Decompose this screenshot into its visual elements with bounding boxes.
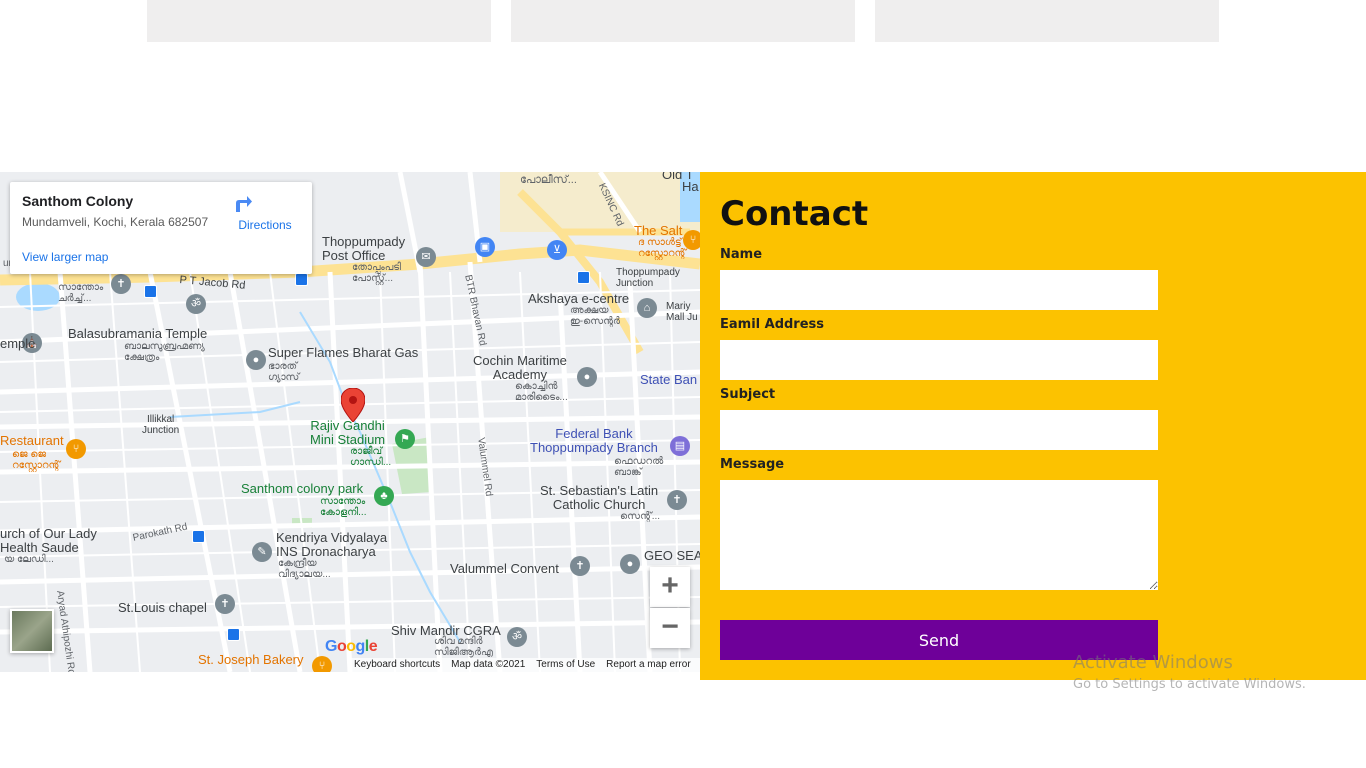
- message-textarea[interactable]: [720, 480, 1158, 590]
- contact-title: Contact: [720, 194, 869, 234]
- map-data-text: Map data ©2021: [451, 659, 526, 670]
- name-label: Name: [720, 247, 763, 262]
- post-office-icon[interactable]: ✉: [416, 247, 436, 267]
- embedded-map[interactable]: ✉ ▣ ⊻ ⑂ ⌂ ✝ ॐ ⛪ ● ● ⚑ ⑂ ▤ ♣ ✝ ✎ ✝ ● ✝ ॐ …: [0, 172, 700, 672]
- label-super-flames-ml: ഭാരത് ഗ്യാസ്: [268, 361, 300, 383]
- contact-section: Contact Name Eamil Address Subject Messa…: [700, 172, 1366, 680]
- label-santhom-park-ml: സാന്തോം കോളനി...: [320, 496, 367, 518]
- label-post-office: Thoppumpady Post Office: [322, 234, 406, 263]
- label-super-flames: Super Flames Bharat Gas: [268, 345, 419, 360]
- placeholder-card-2: [511, 0, 855, 42]
- plus-icon: +: [661, 569, 679, 602]
- google-logo: Google: [325, 638, 378, 655]
- cart-icon[interactable]: ⊻: [547, 240, 567, 260]
- label-rajiv-stadium: Rajiv Gandhi Mini Stadium: [310, 418, 386, 447]
- label-rajiv-stadium-ml: രാജീവ് ഗാന്ധി...: [350, 446, 392, 468]
- label-st-joseph-bakery: St. Joseph Bakery: [198, 652, 304, 667]
- church-icon[interactable]: ✝: [215, 594, 235, 614]
- name-input[interactable]: [720, 270, 1158, 310]
- bus-stop-icon: [295, 273, 308, 286]
- satellite-view-toggle[interactable]: [10, 609, 54, 653]
- label-balasubramania: Balasubramania Temple: [68, 326, 208, 341]
- label-cochin-maritime-ml: കൊച്ചിൻ മാരിടൈം...: [515, 381, 568, 403]
- placeholder-card-1: [147, 0, 491, 42]
- report-error-link[interactable]: Report a map error: [606, 659, 690, 670]
- bus-stop-icon: [192, 530, 205, 543]
- minus-icon: −: [661, 610, 679, 643]
- directions-icon: [236, 192, 276, 214]
- label-akshaya-ml: അക്ഷയ ഇ-സെന്റർ: [570, 305, 621, 327]
- place-title: Santhom Colony: [22, 193, 134, 209]
- label-federal-bank-ml: ഫെഡറൽ ബാങ്ക്: [614, 456, 664, 478]
- activate-windows-watermark: Activate Windows Go to Settings to activ…: [1073, 652, 1306, 692]
- landmark-icon[interactable]: ⌂: [637, 298, 657, 318]
- map-attribution-bar: Keyboard shortcuts Map data ©2021 Terms of…: [350, 658, 700, 672]
- map-info-card: Santhom Colony Mundamveli, Kochi, Kerala…: [10, 182, 312, 274]
- label-emple: emple: [0, 336, 36, 351]
- park-icon[interactable]: ♣: [374, 486, 394, 506]
- placeholder-card-3: [875, 0, 1219, 42]
- temple-icon[interactable]: ॐ: [186, 294, 206, 314]
- label-the-salt-ml: ദ സാൾട്ട് റസ്റ്റോറന്റ്: [638, 237, 687, 259]
- view-larger-map-link[interactable]: View larger map: [22, 250, 108, 264]
- place-icon[interactable]: ●: [620, 554, 640, 574]
- label-federal-bank: Federal Bank Thoppumpady Branch: [530, 426, 658, 455]
- place-address: Mundamveli, Kochi, Kerala 682507: [22, 215, 209, 229]
- watermark-line2: Go to Settings to activate Windows.: [1073, 677, 1306, 692]
- location-marker-icon[interactable]: [341, 388, 365, 422]
- zoom-out-button[interactable]: −: [650, 608, 690, 648]
- label-junction: Thoppumpady Junction: [616, 267, 680, 289]
- bus-stop-icon: [227, 628, 240, 641]
- label-the-salt: The Salt: [634, 223, 683, 238]
- label-santhom-park: Santhom colony park: [241, 481, 364, 496]
- bakery-icon[interactable]: ⑂: [312, 656, 332, 672]
- label-restaurant: Restaurant: [0, 433, 64, 448]
- label-our-lady: urch of Our Lady Health Saude: [0, 526, 97, 555]
- subject-label: Subject: [720, 387, 776, 402]
- church-icon[interactable]: ✝: [570, 556, 590, 576]
- label-santhom-church-ml: സാന്തോം ചർച്ച്...: [58, 282, 104, 304]
- message-label: Message: [720, 457, 785, 472]
- label-st-sebastian-ml: സെന്റ്...: [620, 511, 661, 522]
- church-icon[interactable]: ✝: [667, 490, 687, 510]
- label-police: പോലീസ്...: [520, 174, 577, 186]
- bank-icon[interactable]: ▤: [670, 436, 690, 456]
- label-st-sebastian: St. Sebastian's Latin Catholic Church: [540, 483, 659, 512]
- label-restaurant-ml: ജെ ജെ റസ്റ്റോറന്റ്: [12, 449, 61, 471]
- label-ha: Ha: [682, 179, 699, 194]
- label-post-office-ml: തോപ്പുംപടി പോസ്റ്റ്...: [352, 262, 401, 284]
- terms-link[interactable]: Terms of Use: [536, 659, 595, 670]
- label-shiv-mandir-ml: ശിവ മന്ദിർ സിജിആർഎ: [434, 636, 494, 658]
- school-icon[interactable]: ✎: [252, 542, 272, 562]
- email-label: Eamil Address: [720, 317, 825, 332]
- label-geo-sea: GEO SEA: [644, 548, 700, 563]
- label-state-bank: State Ban: [640, 372, 698, 387]
- label-kendriya-ml: കേന്ദ്രീയ വിദ്യാലയ...: [278, 558, 331, 580]
- label-kendriya: Kendriya Vidyalaya INS Dronacharya: [276, 530, 388, 559]
- label-st-louis: St.Louis chapel: [118, 600, 207, 615]
- bus-stop-icon: [577, 271, 590, 284]
- label-akshaya: Akshaya e-centre: [528, 291, 630, 306]
- place-icon[interactable]: ●: [246, 350, 266, 370]
- temple-icon[interactable]: ॐ: [507, 627, 527, 647]
- stadium-icon[interactable]: ⚑: [395, 429, 415, 449]
- watermark-line1: Activate Windows: [1073, 652, 1233, 673]
- label-balasubramania-ml: ബാലസുബ്രഹ്മണ്യ ക്ഷേത്രം: [124, 341, 205, 363]
- zoom-in-button[interactable]: +: [650, 567, 690, 607]
- directions-button[interactable]: Directions: [232, 192, 298, 232]
- label-our-lady-ml: യ ലേഡി...: [4, 554, 54, 565]
- bus-stop-icon: [144, 285, 157, 298]
- label-valummel-convent: Valummel Convent: [450, 561, 559, 576]
- label-cochin-maritime: Cochin Maritime Academy: [473, 353, 567, 382]
- email-input[interactable]: [720, 340, 1158, 380]
- church-icon[interactable]: ✝: [111, 274, 131, 294]
- label-mariy: Mariy Mall Ju: [666, 301, 698, 323]
- keyboard-shortcuts-link[interactable]: Keyboard shortcuts: [354, 659, 440, 670]
- place-icon[interactable]: ●: [577, 367, 597, 387]
- restaurant-icon[interactable]: ⑂: [66, 439, 86, 459]
- subject-input[interactable]: [720, 410, 1158, 450]
- label-illikkal: Illikkal Junction: [142, 414, 180, 436]
- shopping-icon[interactable]: ▣: [475, 237, 495, 257]
- directions-label: Directions: [238, 218, 292, 232]
